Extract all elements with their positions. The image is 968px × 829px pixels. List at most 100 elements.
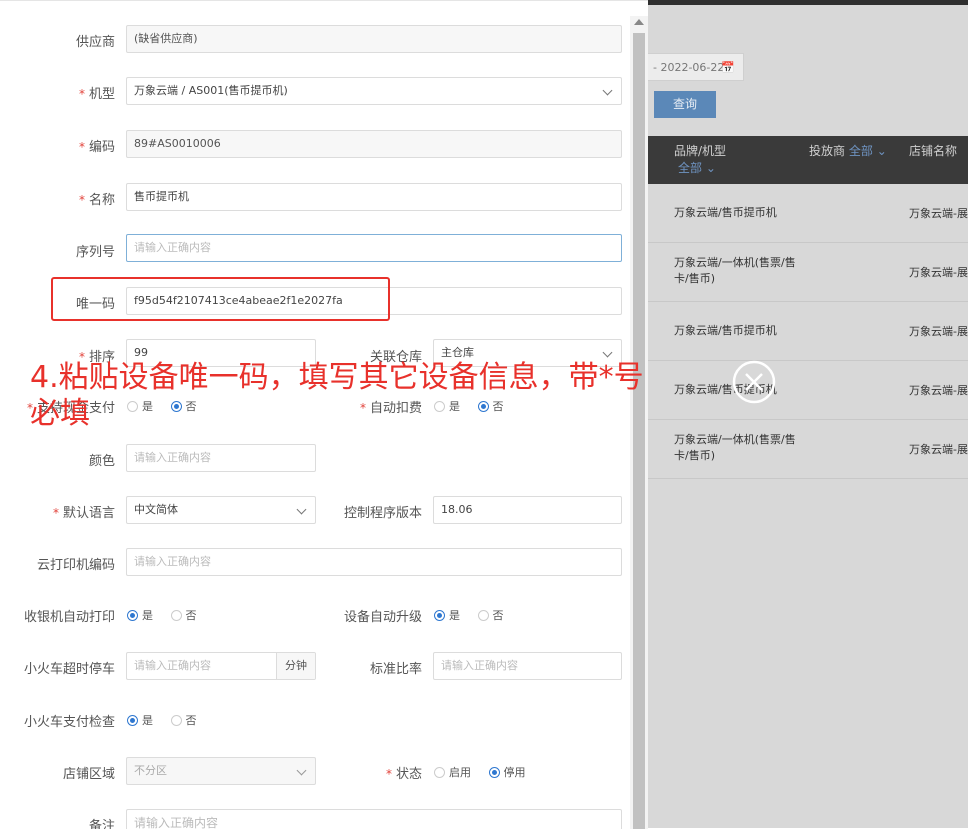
cashier-print-radio-yes[interactable]: 是 — [127, 609, 153, 622]
required-mark: * — [78, 140, 85, 154]
operator-filter-link[interactable]: 全部 ⌄ — [849, 144, 887, 158]
std-ratio-input[interactable]: 请输入正确内容 — [433, 652, 622, 680]
radio-label: 否 — [492, 609, 504, 622]
row-model: 万象云端/一体机(售票/售卡/售币) — [674, 433, 796, 462]
model-select[interactable]: 万象云端 / AS001(售币提币机) — [126, 77, 622, 105]
serial-input[interactable]: 请输入正确内容 — [126, 234, 622, 262]
chevron-down-icon — [296, 504, 307, 515]
background-page: - 2022-06-22 📅 查询 品牌/机型 全部 ⌄ 投放商 全部 ⌄ 店铺… — [648, 0, 968, 828]
chevron-down-icon — [296, 765, 307, 776]
warehouse-select-value: 主仓库 — [441, 346, 474, 359]
cashier-print-radio-no[interactable]: 否 — [170, 609, 197, 622]
row-model: 万象云端/售币提币机 — [674, 324, 777, 337]
radio-circle — [170, 610, 182, 621]
column-store: 店铺名称 — [909, 144, 958, 158]
row-store: 万象云端-展 — [909, 384, 968, 397]
name-input[interactable]: 售币提币机 — [126, 183, 622, 211]
train-pay-check-label: 小火车支付检查 — [23, 715, 115, 730]
cashier-print-label: 收银机自动打印 — [23, 610, 115, 625]
train-pay-check-radio-group: 是 否 — [127, 712, 197, 728]
tutorial-annotation: 4.粘贴设备唯一码，填写其它设备信息，带*号必填 — [30, 360, 644, 431]
auto-upgrade-radio-group: 是 否 — [434, 607, 504, 623]
table-row[interactable]: 万象云端/售币提币机 万象云端-展 — [648, 361, 968, 420]
required-mark: * — [78, 87, 85, 101]
radio-circle — [127, 610, 138, 621]
required-mark: * — [52, 506, 59, 520]
date-end-text: - 2022-06-22 — [653, 61, 725, 74]
status-radio-disable[interactable]: 停用 — [488, 766, 526, 779]
language-label-text: 默认语言 — [62, 506, 115, 521]
row-model: 万象云端/一体机(售票/售卡/售币) — [674, 256, 796, 285]
auto-upgrade-label: 设备自动升级 — [343, 610, 422, 625]
radio-circle — [434, 610, 445, 621]
code-label: * 编码 — [79, 136, 115, 155]
radio-circle — [488, 767, 500, 778]
brand-filter-link[interactable]: 全部 ⌄ — [674, 159, 726, 176]
color-label: 颜色 — [88, 454, 115, 469]
auto-upgrade-radio-yes[interactable]: 是 — [434, 609, 460, 622]
ctrl-version-label: 控制程序版本 — [343, 506, 422, 521]
train-timeout-input[interactable]: 请输入正确内容 分钟 — [126, 652, 316, 680]
row-store: 万象云端-展 — [909, 266, 968, 279]
table-header: 品牌/机型 全部 ⌄ 投放商 全部 ⌄ 店铺名称 — [648, 136, 968, 184]
column-brand-model-label: 品牌/机型 — [674, 144, 727, 158]
column-operator: 投放商 全部 ⌄ — [809, 142, 887, 159]
name-label: * 名称 — [79, 189, 115, 208]
radio-label: 停用 — [503, 766, 526, 779]
train-timeout-placeholder: 请输入正确内容 — [134, 659, 211, 672]
date-range-input[interactable]: - 2022-06-22 📅 — [648, 53, 744, 81]
status-radio-enable[interactable]: 启用 — [434, 766, 471, 779]
top-bar — [648, 0, 968, 5]
row-store: 万象云端-展 — [909, 325, 968, 338]
radio-label: 是 — [142, 609, 153, 622]
required-mark: * — [385, 767, 392, 781]
remark-textarea[interactable]: 请输入正确内容 — [126, 809, 622, 829]
chevron-down-icon — [602, 85, 613, 96]
row-store: 万象云端-展 — [909, 443, 968, 456]
operator-filter-label: 全部 — [848, 144, 873, 158]
serial-label: 序列号 — [75, 245, 115, 260]
code-field[interactable]: 89#AS0010006 — [126, 130, 622, 158]
supplier-label: 供应商 — [75, 35, 115, 50]
cloud-printer-label: 云打印机编码 — [36, 558, 115, 573]
table-row[interactable]: 万象云端/售币提币机 万象云端-展 — [648, 184, 968, 243]
uid-highlight-box — [51, 277, 390, 321]
table-row[interactable]: 万象云端/一体机(售票/售卡/售币) 万象云端-展 — [648, 243, 968, 302]
table-row[interactable]: 万象云端/售币提币机 万象云端-展 — [648, 302, 968, 361]
radio-label: 是 — [449, 609, 460, 622]
chevron-down-icon: ⌄ — [705, 161, 716, 175]
column-brand-model: 品牌/机型 全部 ⌄ — [674, 142, 726, 176]
train-pay-check-radio-no[interactable]: 否 — [170, 714, 197, 727]
column-operator-label: 投放商 — [809, 144, 846, 158]
model-select-value: 万象云端 / AS001(售币提币机) — [134, 84, 288, 97]
scroll-up-arrow-icon[interactable] — [634, 19, 644, 25]
radio-label: 是 — [142, 714, 153, 727]
area-select[interactable]: 不分区 — [126, 757, 316, 785]
table-body: 万象云端/售币提币机 万象云端-展 万象云端/一体机(售票/售卡/售币) 万象云… — [648, 184, 968, 479]
query-button[interactable]: 查询 — [654, 91, 716, 118]
train-pay-check-radio-yes[interactable]: 是 — [127, 714, 153, 727]
language-select[interactable]: 中文简体 — [126, 496, 316, 524]
radio-circle — [477, 610, 489, 621]
name-label-text: 名称 — [88, 193, 115, 208]
color-input[interactable]: 请输入正确内容 — [126, 444, 316, 472]
table-row[interactable]: 万象云端/一体机(售票/售卡/售币) 万象云端-展 — [648, 420, 968, 479]
area-select-value: 不分区 — [134, 764, 167, 777]
area-label: 店铺区域 — [62, 767, 115, 782]
remark-label: 备注 — [88, 819, 115, 829]
supplier-field[interactable]: (缺省供应商) — [126, 25, 622, 53]
close-circle-icon[interactable] — [732, 360, 776, 404]
language-label: * 默认语言 — [53, 502, 115, 521]
radio-circle — [170, 715, 182, 726]
model-label: * 机型 — [79, 83, 115, 102]
train-timeout-label: 小火车超时停车 — [23, 662, 115, 677]
radio-circle — [434, 767, 445, 778]
language-select-value: 中文简体 — [134, 503, 178, 516]
auto-upgrade-radio-no[interactable]: 否 — [477, 609, 504, 622]
radio-circle — [127, 715, 138, 726]
status-radio-group: 启用 停用 — [434, 764, 526, 780]
brand-filter-label: 全部 — [678, 161, 703, 175]
cloud-printer-input[interactable]: 请输入正确内容 — [126, 548, 622, 576]
radio-label: 否 — [185, 609, 197, 622]
ctrl-version-input[interactable]: 18.06 — [433, 496, 622, 524]
